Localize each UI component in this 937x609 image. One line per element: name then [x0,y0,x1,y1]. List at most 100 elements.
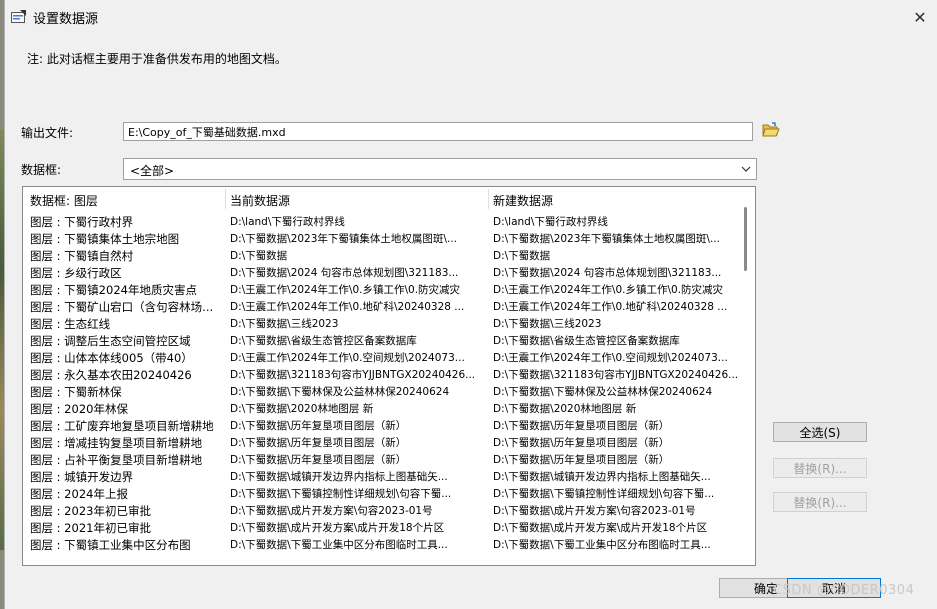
new-source-cell: D:\下蜀数据\2020林地图层 新 [493,403,637,415]
table-row[interactable]: 图层 : 增减挂钩复垦项目新增耕地 D:\下蜀数据\历年复垦项目图层（新） D:\下… [23,434,739,451]
new-source-cell: D:\下蜀数据\三线2023 [493,318,602,330]
browse-folder-button[interactable] [760,120,782,142]
table-row[interactable]: 图层 : 山体本体线005（带40） D:\王震工作\2024年工作\0.空间规划… [23,349,739,366]
table-row[interactable]: 图层 : 下蜀镇集体土地宗地图 D:\下蜀数据\2023年下蜀镇集体土地权属图斑\… [23,230,739,247]
layer-name-cell: 图层 : 下蜀镇2024年地质灾害点 [30,283,197,297]
current-source-cell: D:\下蜀数据\三线2023 [230,318,339,330]
layer-name-cell: 图层 : 下蜀镇工业集中区分布图 [30,538,191,552]
layer-name-cell: 图层 : 生态红线 [30,317,111,331]
new-source-cell: D:\下蜀数据\321183句容市YJJBNTGX20240426... [493,369,737,381]
new-source-cell: D:\下蜀数据\历年复垦项目图层（新） [493,420,670,432]
new-source-cell: D:\下蜀数据\下蜀林保及公益林林保20240624 [493,386,713,398]
column-header-layer[interactable]: 数据框: 图层 [30,192,98,209]
new-source-cell: D:\王震工作\2024年工作\0.空间规划\2024073... [493,352,728,364]
column-divider[interactable] [225,189,226,209]
new-source-cell: D:\land\下蜀行政村界线 [493,216,608,228]
layer-name-cell: 图层 : 永久基本农田20240426 [30,368,192,382]
table-row[interactable]: 图层 : 2024年上报 D:\下蜀数据\下蜀镇控制性详细规划\句容下蜀... D:… [23,485,739,502]
table-row[interactable]: 图层 : 下蜀镇2024年地质灾害点 D:\王震工作\2024年工作\0.乡镇工作… [23,281,739,298]
table-row[interactable]: 图层 : 下蜀新林保 D:\下蜀数据\下蜀林保及公益林林保20240624 D:\下… [23,383,739,400]
new-source-cell: D:\下蜀数据\2024 句容市总体规划图\321183... [493,267,722,279]
current-source-cell: D:\王震工作\2024年工作\0.乡镇工作\0.防灾减灾 [230,284,461,296]
close-icon: ✕ [913,7,927,27]
new-source-cell: D:\下蜀数据 [493,250,551,262]
layer-name-cell: 图层 : 下蜀镇自然村 [30,249,134,263]
current-source-cell: D:\下蜀数据\城镇开发边界内指标上图基础矢... [230,471,448,483]
layer-name-cell: 图层 : 城镇开发边界 [30,470,134,484]
folder-open-icon [762,121,780,141]
current-source-cell: D:\land\下蜀行政村界线 [230,216,345,228]
vertical-scrollbar[interactable] [739,187,755,565]
dialog-note: 注: 此对话框主要用于准备供发布用的地图文档。 [27,52,287,66]
table-row[interactable]: 图层 : 永久基本农田20240426 D:\下蜀数据\321183句容市YJJB… [23,366,739,383]
current-source-cell: D:\下蜀数据\历年复垦项目图层（新） [230,454,407,466]
data-frame-selected-value: <全部> [130,164,175,178]
current-source-cell: D:\下蜀数据\下蜀镇控制性详细规划\句容下蜀... [230,488,452,500]
layer-name-cell: 图层 : 下蜀镇集体土地宗地图 [30,232,180,246]
layer-name-cell: 图层 : 增减挂钩复垦项目新增耕地 [30,436,203,450]
replace-button[interactable]: 替换(R)... [773,458,867,478]
column-header-current-source[interactable]: 当前数据源 [230,192,290,209]
watermark: CSDN @CODER0304 [773,583,915,598]
output-file-label: 输出文件: [21,126,74,140]
table-row[interactable]: 图层 : 生态红线 D:\下蜀数据\三线2023 D:\下蜀数据\三线2023 [23,315,739,332]
data-frame-label: 数据框: [21,163,62,177]
layer-name-cell: 图层 : 下蜀行政村界 [30,215,134,229]
table-row[interactable]: 图层 : 调整后生态空间管控区域 D:\下蜀数据\省级生态管控区备案数据库 D:\下… [23,332,739,349]
title-bar: 设置数据源 ✕ [5,0,937,34]
current-source-cell: D:\下蜀数据\省级生态管控区备案数据库 [230,335,417,347]
current-source-cell: D:\王震工作\2024年工作\0.地矿科\20240328 ... [230,301,465,313]
column-header-new-source[interactable]: 新建数据源 [493,192,553,209]
chevron-down-icon [740,163,752,175]
new-source-cell: D:\下蜀数据\下蜀镇控制性详细规划\句容下蜀... [493,488,715,500]
layer-name-cell: 图层 : 占补平衡复垦项目新增耕地 [30,453,203,467]
table-row[interactable]: 图层 : 2023年初已审批 D:\下蜀数据\成片开发方案\句容2023-01号 D… [23,502,739,519]
new-source-cell: D:\下蜀数据\城镇开发边界内指标上图基础矢... [493,471,711,483]
current-source-cell: D:\下蜀数据\下蜀林保及公益林林保20240624 [230,386,450,398]
window-title: 设置数据源 [33,12,99,27]
output-file-input[interactable]: E:\Copy_of_下蜀基础数据.mxd [123,122,753,141]
current-source-cell: D:\下蜀数据\成片开发方案\成片开发18个片区 [230,522,445,534]
table-row[interactable]: 图层 : 2021年初已审批 D:\下蜀数据\成片开发方案\成片开发18个片区 D:… [23,519,739,536]
table-row[interactable]: 图层 : 占补平衡复垦项目新增耕地 D:\下蜀数据\历年复垦项目图层（新） D:\下… [23,451,739,468]
current-source-cell: D:\下蜀数据\321183句容市YJJBNTGX20240426... [230,369,476,381]
new-source-cell: D:\王震工作\2024年工作\0.地矿科\20240328 ... [493,301,728,313]
new-source-cell: D:\王震工作\2024年工作\0.乡镇工作\0.防灾减灾 [493,284,724,296]
current-source-cell: D:\下蜀数据\2020林地图层 新 [230,403,374,415]
scrollbar-thumb[interactable] [744,207,747,271]
table-row[interactable]: 图层 : 2020年林保 D:\下蜀数据\2020林地图层 新 D:\下蜀数据\20… [23,400,739,417]
table-row[interactable]: 图层 : 乡级行政区 D:\下蜀数据\2024 句容市总体规划图\321183..… [23,264,739,281]
new-source-cell: D:\下蜀数据\历年复垦项目图层（新） [493,437,670,449]
layer-name-cell: 图层 : 下蜀新林保 [30,385,122,399]
layer-name-cell: 图层 : 乡级行政区 [30,266,122,280]
layer-name-cell: 图层 : 调整后生态空间管控区域 [30,334,191,348]
replace-all-button[interactable]: 替换(R)... [773,492,867,512]
layer-name-cell: 图层 : 2023年初已审批 [30,504,151,518]
layer-name-cell: 图层 : 2020年林保 [30,402,128,416]
list-header: 数据框: 图层 当前数据源 新建数据源 [23,187,739,211]
layer-name-cell: 图层 : 山体本体线005（带40） [30,351,193,365]
new-source-cell: D:\下蜀数据\成片开发方案\成片开发18个片区 [493,522,708,534]
table-row[interactable]: 图层 : 下蜀行政村界 D:\land\下蜀行政村界线 D:\land\下蜀行政村界… [23,213,739,230]
data-frame-select[interactable]: <全部> [123,158,757,180]
current-source-cell: D:\下蜀数据 [230,250,288,262]
table-row[interactable]: 图层 : 工矿废弃地复垦项目新增耕地 D:\下蜀数据\历年复垦项目图层（新） D:\… [23,417,739,434]
layer-name-cell: 图层 : 下蜀矿山宕口（含句容林场... [30,300,214,314]
new-source-cell: D:\下蜀数据\下蜀工业集中区分布图临时工具... [493,539,711,551]
table-row[interactable]: 图层 : 下蜀镇自然村 D:\下蜀数据 D:\下蜀数据 [23,247,739,264]
table-row[interactable]: 图层 : 城镇开发边界 D:\下蜀数据\城镇开发边界内指标上图基础矢... D:\下… [23,468,739,485]
layer-name-cell: 图层 : 工矿废弃地复垦项目新增耕地 [30,419,214,433]
select-all-button[interactable]: 全选(S) [773,422,867,442]
layer-data-source-list[interactable]: 数据框: 图层 当前数据源 新建数据源 图层 : 下蜀行政村界 D:\land\下… [22,186,756,566]
new-source-cell: D:\下蜀数据\2023年下蜀镇集体土地权属图斑\... [493,233,720,245]
current-source-cell: D:\下蜀数据\历年复垦项目图层（新） [230,420,407,432]
close-button[interactable]: ✕ [902,0,937,34]
table-row[interactable]: 图层 : 下蜀矿山宕口（含句容林场... D:\王震工作\2024年工作\0.地矿… [23,298,739,315]
list-rows: 图层 : 下蜀行政村界 D:\land\下蜀行政村界线 D:\land\下蜀行政村界… [23,213,739,553]
new-source-cell: D:\下蜀数据\省级生态管控区备案数据库 [493,335,680,347]
table-row[interactable]: 图层 : 下蜀镇工业集中区分布图 D:\下蜀数据\下蜀工业集中区分布图临时工具..… [23,536,739,553]
column-divider[interactable] [488,189,489,209]
layer-name-cell: 图层 : 2021年初已审批 [30,521,151,535]
app-icon [11,10,27,24]
current-source-cell: D:\下蜀数据\成片开发方案\句容2023-01号 [230,505,433,517]
